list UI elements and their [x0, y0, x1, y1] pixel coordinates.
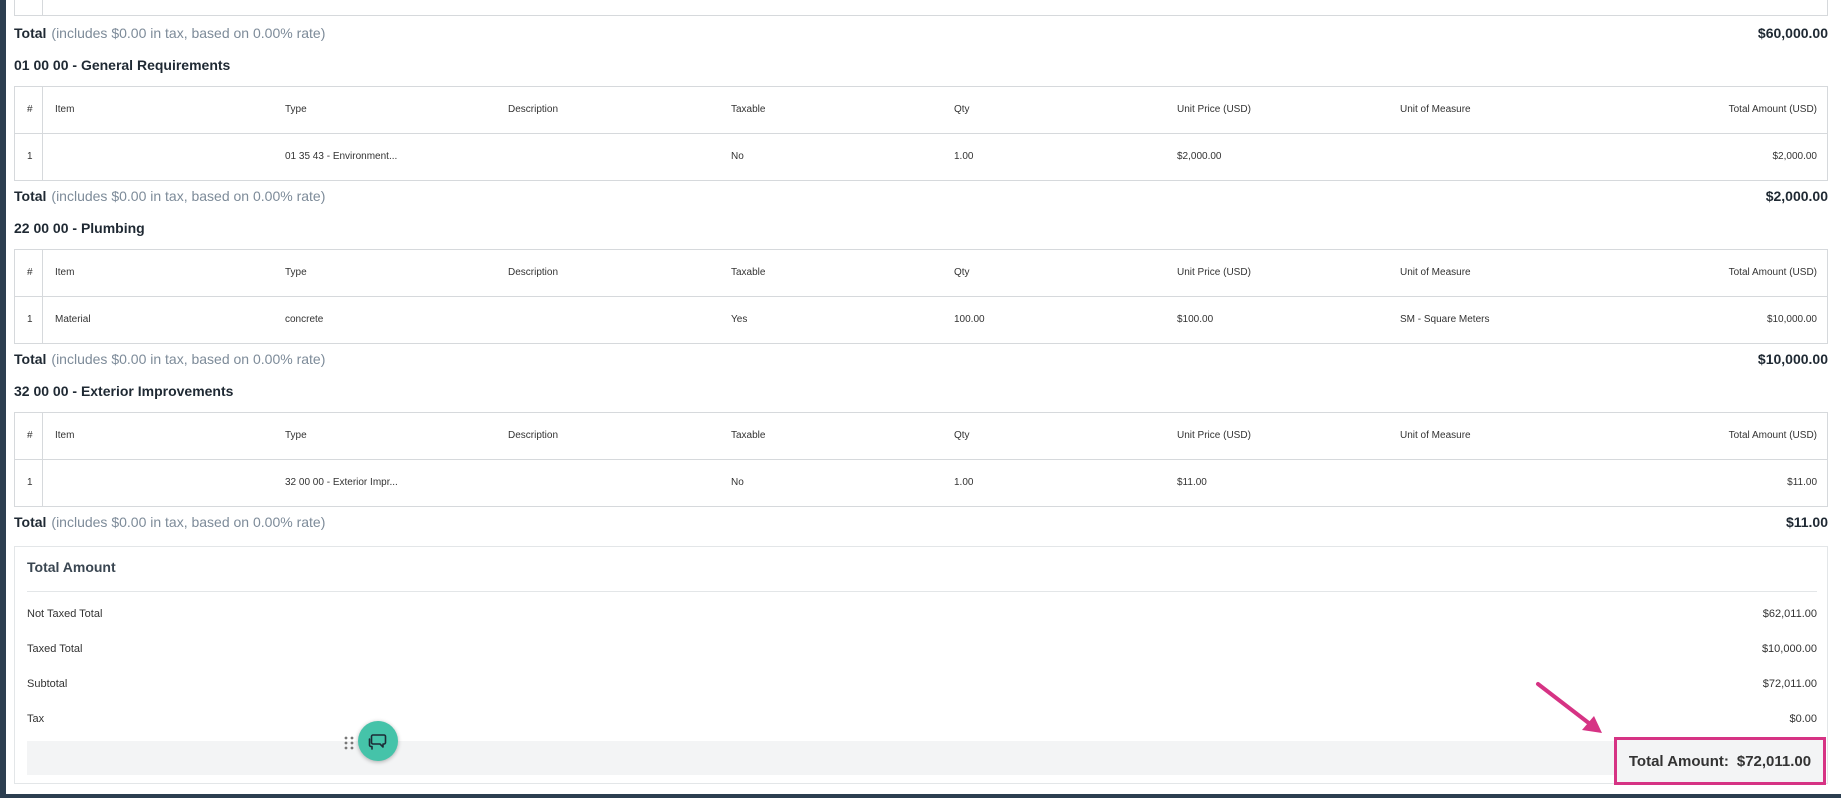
- total-amount-summary: Total Amount Not Taxed Total $62,011.00 …: [14, 546, 1828, 784]
- col-header-total: Total Amount (USD): [1728, 104, 1817, 115]
- row-uom: SM - Square Meters: [1400, 314, 1490, 325]
- tax-note: (includes $0.00 in tax, based on 0.00% r…: [51, 351, 326, 367]
- col-header-type: Type: [285, 267, 307, 278]
- col-header-type: Type: [285, 430, 307, 441]
- not-taxed-label: Not Taxed Total: [27, 608, 103, 620]
- subtotal-value: $72,011.00: [1762, 678, 1817, 690]
- table-header-row: # Item Type Description Taxable Qty Unit…: [15, 87, 1827, 134]
- row-type: 01 35 43 - Environment...: [285, 151, 398, 162]
- line-items-table: # Item Type Description Taxable Qty Unit…: [14, 86, 1828, 181]
- col-header-unit-price: Unit Price (USD): [1177, 104, 1251, 115]
- col-header-description: Description: [508, 267, 559, 278]
- row-unit-price: $100.00: [1177, 314, 1214, 325]
- tax-note: (includes $0.00 in tax, based on 0.00% r…: [51, 25, 326, 41]
- row-total: $10,000.00: [1766, 314, 1817, 325]
- total-label: Total: [14, 514, 47, 530]
- col-header-type: Type: [285, 104, 307, 115]
- row-qty: 1.00: [954, 151, 974, 162]
- section-total-row: Total (includes $0.00 in tax, based on 0.…: [14, 186, 1828, 206]
- section-title: 22 00 00 - Plumbing: [14, 220, 145, 236]
- tax-note: (includes $0.00 in tax, based on 0.00% r…: [51, 514, 326, 530]
- table-row[interactable]: 1 01 35 43 - Environment... No 1.00 $2,0…: [15, 134, 1827, 180]
- row-taxable: Yes: [731, 314, 748, 325]
- row-num: 1: [27, 314, 33, 325]
- row-item: Material: [55, 314, 91, 325]
- row-total: $2,000.00: [1772, 151, 1818, 162]
- row-unit-price: $11.00: [1177, 477, 1207, 488]
- grand-total-value: $72,011.00: [1736, 752, 1812, 770]
- chat-bubbles-icon: [368, 734, 387, 750]
- annotation-arrow: [1536, 682, 1602, 733]
- not-taxed-value: $62,011.00: [1762, 608, 1817, 620]
- col-header-num: #: [27, 267, 33, 278]
- total-amount: $60,000.00: [1757, 25, 1828, 41]
- col-header-uom: Unit of Measure: [1400, 104, 1471, 115]
- row-type: 32 00 00 - Exterior Impr...: [285, 477, 398, 488]
- grand-total-bar: [27, 741, 1817, 775]
- section-total-row: Total (includes $0.00 in tax, based on 0.…: [14, 23, 1828, 43]
- taxed-total-row: Taxed Total $10,000.00: [27, 639, 1817, 659]
- row-unit-price: $2,000.00: [1177, 151, 1222, 162]
- col-header-uom: Unit of Measure: [1400, 430, 1471, 441]
- tax-value: $0.00: [1789, 713, 1817, 725]
- row-taxable: No: [731, 151, 744, 162]
- col-header-qty: Qty: [954, 104, 970, 115]
- taxed-label: Taxed Total: [27, 643, 83, 655]
- col-header-taxable: Taxable: [731, 267, 766, 278]
- col-header-qty: Qty: [954, 430, 970, 441]
- grand-total-highlight: Total Amount: $72,011.00: [1614, 737, 1826, 785]
- col-header-description: Description: [508, 104, 559, 115]
- col-header-total: Total Amount (USD): [1728, 430, 1817, 441]
- row-qty: 1.00: [954, 477, 974, 488]
- table-header-row: # Item Type Description Taxable Qty Unit…: [15, 413, 1827, 460]
- col-header-total: Total Amount (USD): [1728, 267, 1817, 278]
- row-total: $11.00: [1787, 477, 1817, 488]
- col-header-item: Item: [55, 267, 75, 278]
- col-header-taxable: Taxable: [731, 430, 766, 441]
- row-num: 1: [27, 477, 33, 488]
- tax-label: Tax: [27, 713, 45, 725]
- summary-divider: [27, 591, 1817, 592]
- estimate-page: Total (includes $0.00 in tax, based on 0.…: [6, 0, 1841, 794]
- not-taxed-total-row: Not Taxed Total $62,011.00: [27, 604, 1817, 624]
- total-amount: $2,000.00: [1765, 188, 1828, 204]
- section-title: 01 00 00 - General Requirements: [14, 57, 231, 73]
- table-row[interactable]: 1 Material concrete Yes 100.00 $100.00 S…: [15, 297, 1827, 343]
- col-header-description: Description: [508, 430, 559, 441]
- row-taxable: No: [731, 477, 744, 488]
- drag-handle-icon[interactable]: [344, 736, 354, 753]
- col-header-uom: Unit of Measure: [1400, 267, 1471, 278]
- col-header-taxable: Taxable: [731, 104, 766, 115]
- line-items-table: # Item Type Description Taxable Qty Unit…: [14, 249, 1828, 344]
- total-label: Total: [14, 188, 47, 204]
- total-amount: $11.00: [1785, 514, 1828, 530]
- col-header-unit-price: Unit Price (USD): [1177, 267, 1251, 278]
- grand-total-label: Total Amount:: [1628, 752, 1729, 770]
- taxed-value: $10,000.00: [1761, 643, 1817, 655]
- table-header-row: # Item Type Description Taxable Qty Unit…: [15, 250, 1827, 297]
- section-total-row: Total (includes $0.00 in tax, based on 0.…: [14, 512, 1828, 532]
- previous-table-bottom: [14, 0, 1828, 16]
- total-label: Total: [14, 351, 47, 367]
- section-total-row: Total (includes $0.00 in tax, based on 0.…: [14, 349, 1828, 369]
- row-type: concrete: [285, 314, 324, 325]
- col-header-qty: Qty: [954, 267, 970, 278]
- chat-button[interactable]: [358, 721, 398, 761]
- line-items-table: # Item Type Description Taxable Qty Unit…: [14, 412, 1828, 507]
- col-header-num: #: [27, 104, 33, 115]
- row-qty: 100.00: [954, 314, 985, 325]
- subtotal-label: Subtotal: [27, 678, 68, 690]
- row-num: 1: [27, 151, 33, 162]
- total-amount: $10,000.00: [1757, 351, 1828, 367]
- col-header-num: #: [27, 430, 33, 441]
- summary-title: Total Amount: [27, 559, 116, 575]
- section-title: 32 00 00 - Exterior Improvements: [14, 383, 234, 399]
- col-header-unit-price: Unit Price (USD): [1177, 430, 1251, 441]
- col-header-item: Item: [55, 104, 75, 115]
- total-label: Total: [14, 25, 47, 41]
- tax-note: (includes $0.00 in tax, based on 0.00% r…: [51, 188, 326, 204]
- col-header-item: Item: [55, 430, 75, 441]
- table-row[interactable]: 1 32 00 00 - Exterior Impr... No 1.00 $1…: [15, 460, 1827, 506]
